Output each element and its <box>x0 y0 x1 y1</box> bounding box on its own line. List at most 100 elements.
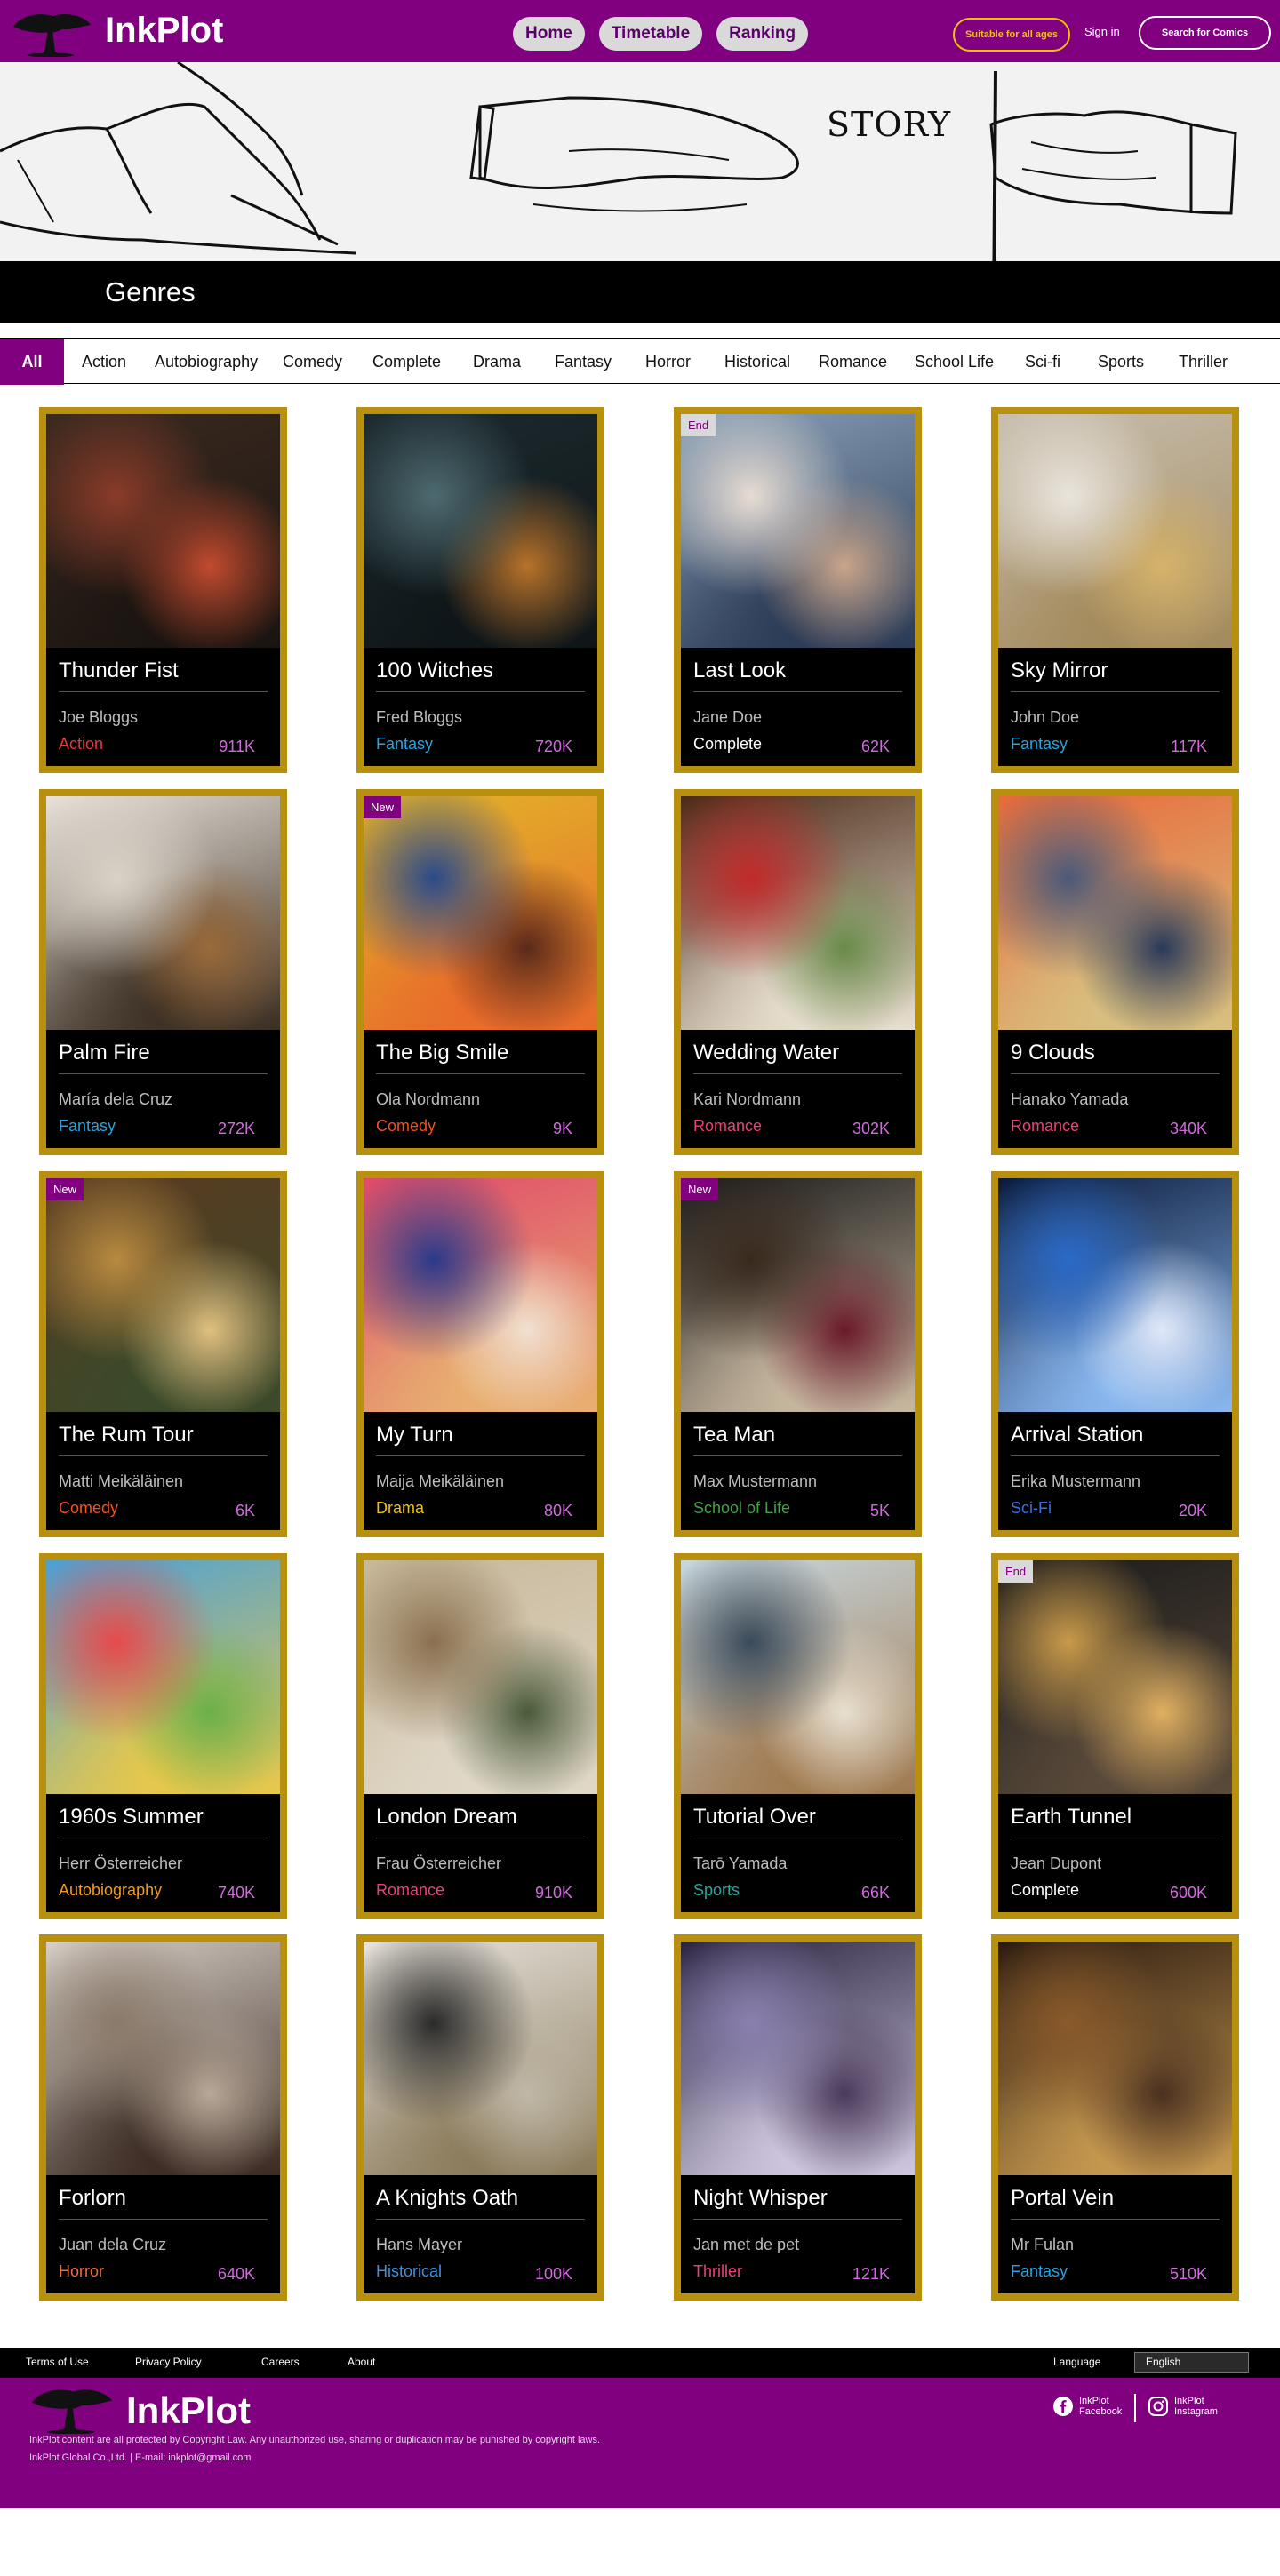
comic-cover-image[interactable] <box>364 414 597 648</box>
comic-genre: Thriller <box>693 2262 743 2280</box>
sign-in-link[interactable]: Sign in <box>1084 25 1120 38</box>
search-comics-button[interactable]: Search for Comics <box>1139 16 1271 50</box>
privacy-policy-link[interactable]: Privacy Policy <box>135 2356 202 2368</box>
comic-card[interactable]: Wedding Water Kari Nordmann Romance 302K <box>674 789 922 1155</box>
comic-card[interactable]: New The Rum Tour Matti Meikäläinen Comedy 6K <box>39 1171 287 1537</box>
tab-autobiography[interactable]: Autobiography <box>155 339 258 385</box>
comic-card[interactable]: End Earth Tunnel Jean Dupont Complete 600K <box>991 1553 1239 1919</box>
comic-cover-image[interactable] <box>46 1560 280 1794</box>
comic-genre: Fantasy <box>376 735 434 753</box>
comic-card[interactable]: London Dream Frau Österreicher Romance 910K <box>356 1553 604 1919</box>
suitable-for-all-ages-button[interactable]: Suitable for all ages <box>953 18 1070 52</box>
tab-action[interactable]: Action <box>82 339 126 385</box>
tab-comedy[interactable]: Comedy <box>283 339 342 385</box>
footer-logo-text[interactable]: InkPlot <box>126 2389 251 2432</box>
terms-of-use-link[interactable]: Terms of Use <box>26 2356 89 2368</box>
comic-card[interactable]: End Last Look Jane Doe Complete 62K <box>674 407 922 773</box>
comic-title[interactable]: Tea Man <box>693 1423 775 1448</box>
comic-cover-image[interactable] <box>681 414 915 648</box>
comic-title[interactable]: 9 Clouds <box>1011 1041 1095 1065</box>
tab-sci-fi[interactable]: Sci-fi <box>1025 339 1060 385</box>
comic-card[interactable]: Tutorial Over Tarō Yamada Sports 66K <box>674 1553 922 1919</box>
comic-title[interactable]: Night Whisper <box>693 2186 828 2211</box>
comic-card[interactable]: 9 Clouds Hanako Yamada Romance 340K <box>991 789 1239 1155</box>
comic-card-body: Palm Fire María dela Cruz Fantasy 272K <box>46 796 280 1148</box>
comic-cover-image[interactable] <box>46 796 280 1030</box>
comic-genre: Complete <box>693 735 763 753</box>
comic-cover-image[interactable] <box>998 414 1232 648</box>
comic-card[interactable]: New The Big Smile Ola Nordmann Comedy 9K <box>356 789 604 1155</box>
logo-text[interactable]: InkPlot <box>105 11 223 51</box>
comic-card[interactable]: 100 Witches Fred Bloggs Fantasy 720K <box>356 407 604 773</box>
comic-card[interactable]: A Knights Oath Hans Mayer Historical 100K <box>356 1934 604 2301</box>
comic-cover-image[interactable] <box>681 796 915 1030</box>
comic-title[interactable]: Thunder Fist <box>59 658 179 683</box>
comic-cover-image[interactable] <box>998 796 1232 1030</box>
comic-author: John Doe <box>1011 708 1080 726</box>
comic-card[interactable]: New Tea Man Max Mustermann School of Life 5K <box>674 1171 922 1537</box>
comic-title[interactable]: Last Look <box>693 658 786 683</box>
comic-cover-image[interactable] <box>46 1178 280 1412</box>
comic-cover-image[interactable] <box>364 1560 597 1794</box>
comic-card[interactable]: Forlorn Juan dela Cruz Horror 640K <box>39 1934 287 2301</box>
tab-horror[interactable]: Horror <box>645 339 691 385</box>
comic-title[interactable]: Wedding Water <box>693 1041 839 1065</box>
new-badge: New <box>364 796 402 818</box>
nav-timetable-button[interactable]: Timetable <box>598 17 703 51</box>
comic-card[interactable]: Arrival Station Erika Mustermann Sci-Fi 20K <box>991 1171 1239 1537</box>
comic-title[interactable]: Tutorial Over <box>693 1805 816 1830</box>
comic-cover-image[interactable] <box>46 414 280 648</box>
comic-title[interactable]: 1960s Summer <box>59 1805 204 1830</box>
comic-cover-image[interactable] <box>998 1178 1232 1412</box>
comic-card[interactable]: Portal Vein Mr Fulan Fantasy 510K <box>991 1934 1239 2301</box>
tab-historical[interactable]: Historical <box>724 339 790 385</box>
comic-cover-image[interactable] <box>681 1942 915 2175</box>
comic-title[interactable]: A Knights Oath <box>376 2186 518 2211</box>
comic-title[interactable]: London Dream <box>376 1805 517 1830</box>
comic-title[interactable]: Earth Tunnel <box>1011 1805 1132 1830</box>
comic-title[interactable]: My Turn <box>376 1423 453 1448</box>
comic-title[interactable]: 100 Witches <box>376 658 493 683</box>
language-select[interactable]: English <box>1134 2352 1249 2373</box>
tab-thriller[interactable]: Thriller <box>1179 339 1228 385</box>
comic-cover-image[interactable] <box>681 1178 915 1412</box>
nav-home-button[interactable]: Home <box>513 17 585 51</box>
comic-cover-image[interactable] <box>998 1942 1232 2175</box>
comic-title[interactable]: Forlorn <box>59 2186 126 2211</box>
comic-card-body: New Tea Man Max Mustermann School of Life 5K <box>681 1178 915 1530</box>
comic-card[interactable]: Thunder Fist Joe Bloggs Action 911K <box>39 407 287 773</box>
comic-card[interactable]: 1960s Summer Herr Österreicher Autobiograp… <box>39 1553 287 1919</box>
instagram-link[interactable]: InkPlot Instagram <box>1148 2396 1218 2417</box>
comic-title[interactable]: The Big Smile <box>376 1041 508 1065</box>
tree-logo-icon[interactable] <box>27 2382 116 2434</box>
card-divider <box>59 2219 268 2220</box>
comic-cover-image[interactable] <box>364 796 597 1030</box>
tab-all[interactable]: All <box>0 339 64 385</box>
about-link[interactable]: About <box>348 2356 375 2368</box>
comic-title[interactable]: The Rum Tour <box>59 1423 194 1448</box>
comic-cover-image[interactable] <box>46 1942 280 2175</box>
tree-logo-icon[interactable] <box>9 7 93 57</box>
tab-school-life[interactable]: School Life <box>915 339 994 385</box>
tab-fantasy[interactable]: Fantasy <box>555 339 612 385</box>
facebook-link[interactable]: InkPlot Facebook <box>1052 2396 1122 2417</box>
tab-sports[interactable]: Sports <box>1098 339 1144 385</box>
comic-title[interactable]: Palm Fire <box>59 1041 150 1065</box>
tab-complete[interactable]: Complete <box>372 339 441 385</box>
nav-ranking-button[interactable]: Ranking <box>716 17 809 51</box>
tab-drama[interactable]: Drama <box>473 339 521 385</box>
comic-card[interactable]: Sky Mirror John Doe Fantasy 117K <box>991 407 1239 773</box>
comic-cover-image[interactable] <box>998 1560 1232 1794</box>
comic-card[interactable]: Palm Fire María dela Cruz Fantasy 272K <box>39 789 287 1155</box>
comic-title[interactable]: Sky Mirror <box>1011 658 1108 683</box>
comic-genre: Autobiography <box>59 1881 163 1899</box>
comic-title[interactable]: Arrival Station <box>1011 1423 1143 1448</box>
comic-card[interactable]: Night Whisper Jan met de pet Thriller 121K <box>674 1934 922 2301</box>
careers-link[interactable]: Careers <box>261 2356 300 2368</box>
comic-cover-image[interactable] <box>364 1178 597 1412</box>
comic-cover-image[interactable] <box>364 1942 597 2175</box>
comic-cover-image[interactable] <box>681 1560 915 1794</box>
tab-romance[interactable]: Romance <box>819 339 887 385</box>
comic-card[interactable]: My Turn Maija Meikäläinen Drama 80K <box>356 1171 604 1537</box>
comic-title[interactable]: Portal Vein <box>1011 2186 1114 2211</box>
